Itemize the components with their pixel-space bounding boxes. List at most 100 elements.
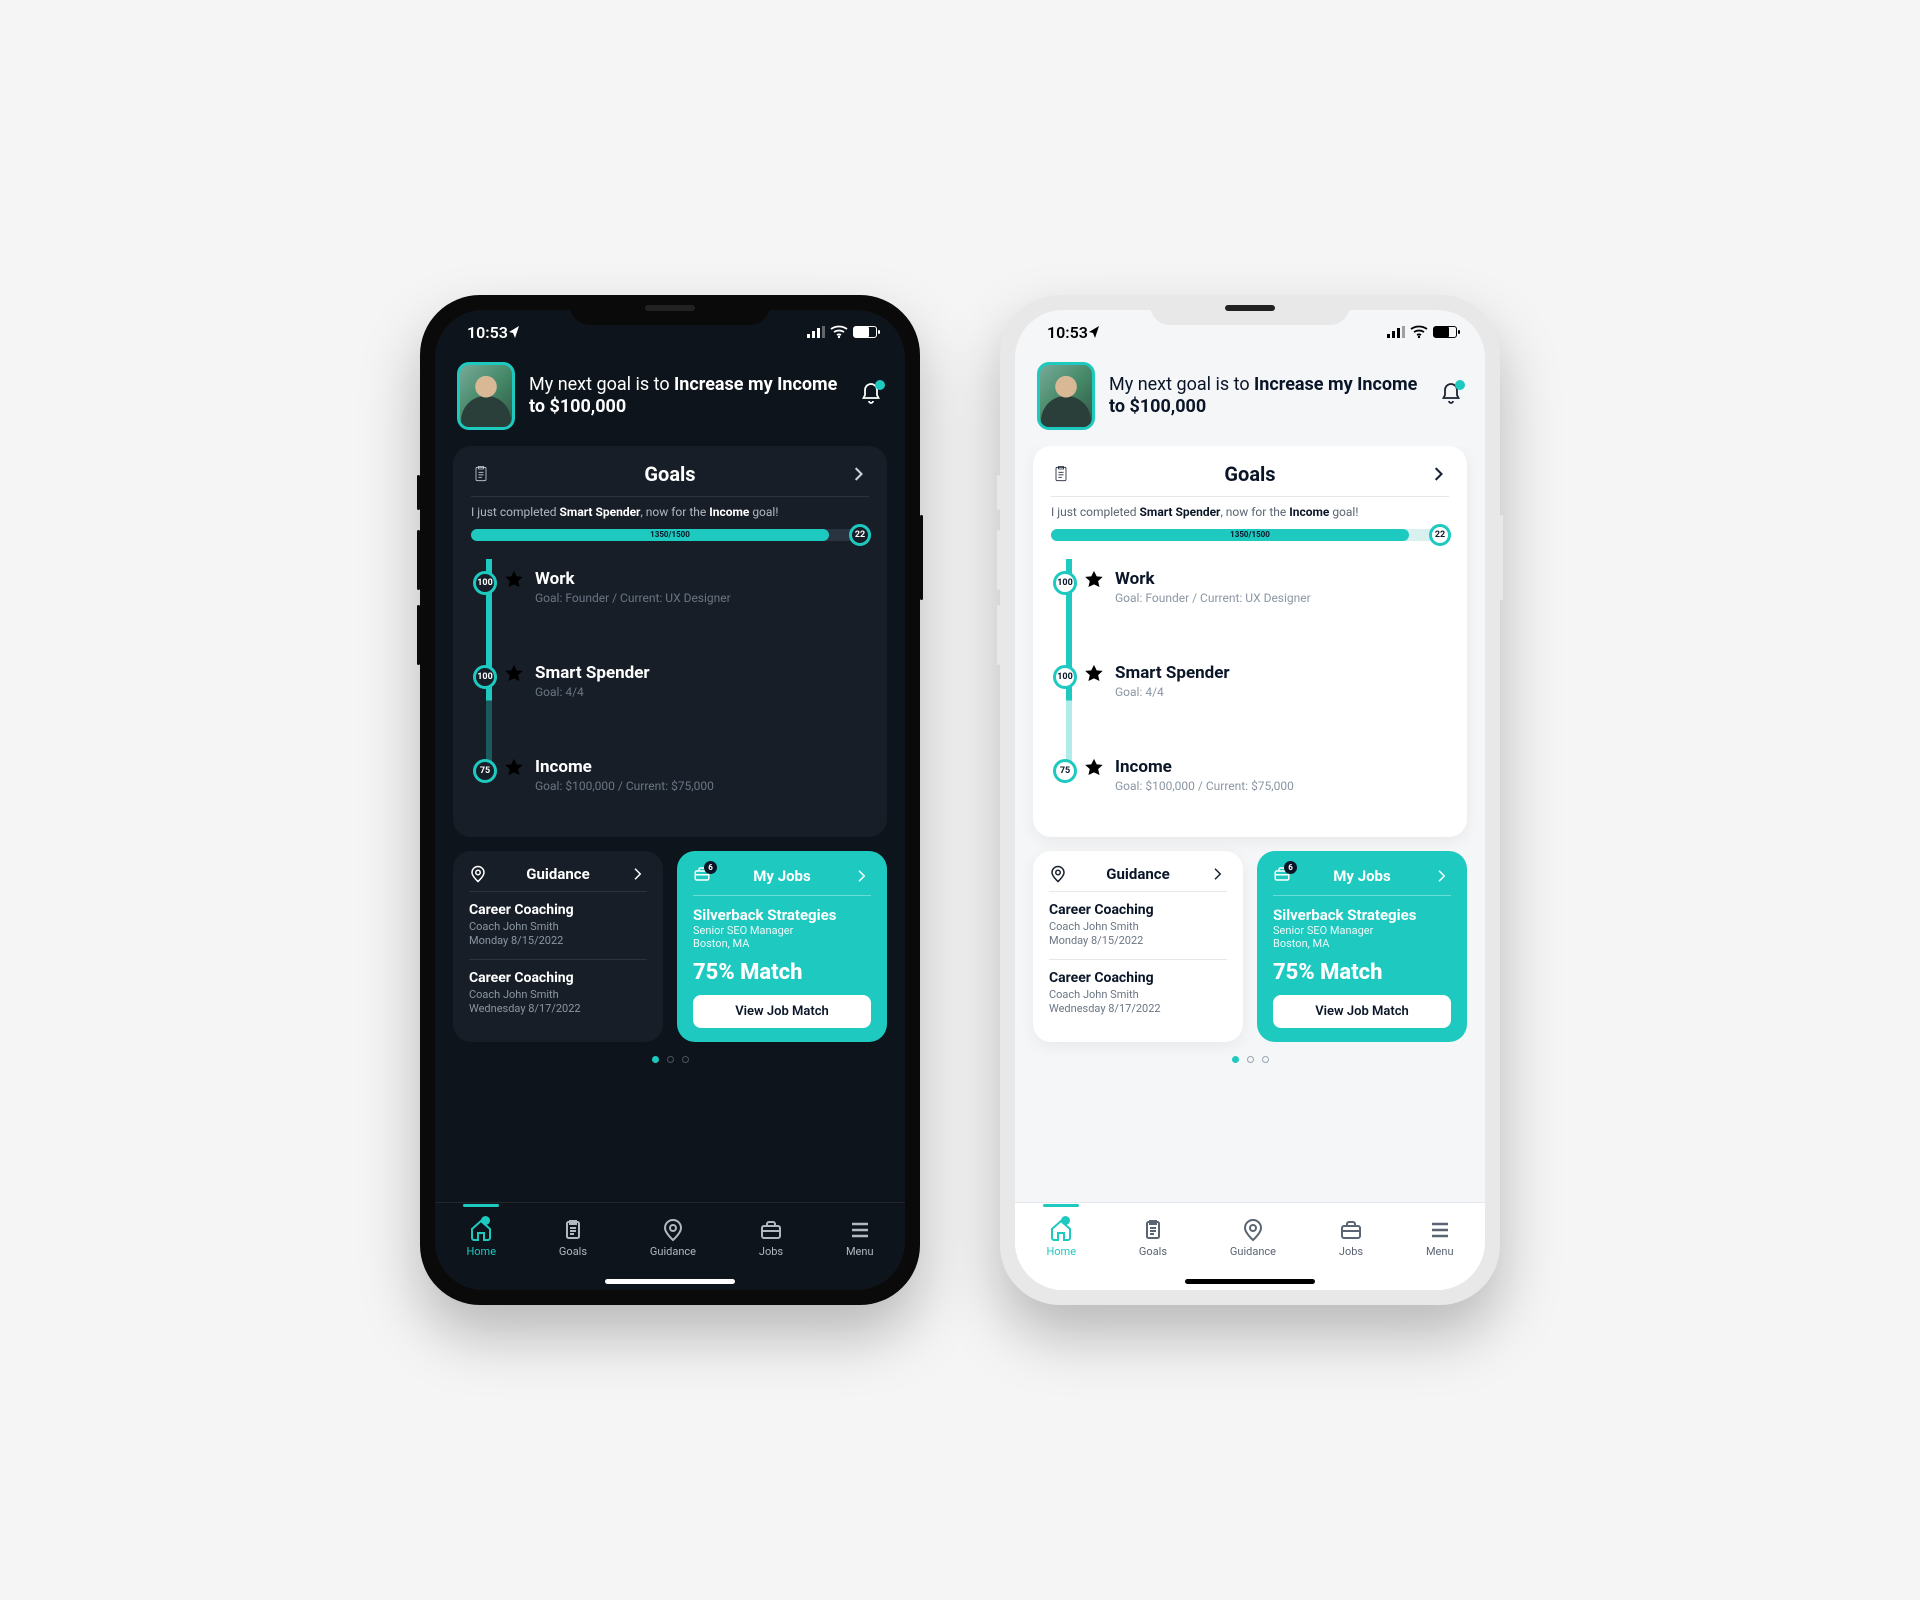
guidance-item[interactable]: Career Coaching Coach John Smith Wednesd… <box>469 959 647 1027</box>
pin-icon <box>661 1218 685 1242</box>
wifi-icon <box>830 325 848 339</box>
avatar[interactable] <box>457 362 515 430</box>
menu-icon <box>848 1218 872 1242</box>
goal-score-badge: 100 <box>1053 665 1077 689</box>
jobs-badge: 6 <box>704 861 717 874</box>
nav-jobs[interactable]: Jobs <box>1339 1218 1363 1258</box>
notifications-button[interactable] <box>859 382 883 410</box>
goals-card[interactable]: Goals I just completed Smart Spender, no… <box>453 446 887 837</box>
nav-guidance[interactable]: Guidance <box>650 1218 696 1258</box>
chevron-right-icon <box>853 867 871 885</box>
avatar[interactable] <box>1037 362 1095 430</box>
bottom-nav: Home Goals Guidance Jobs Menu <box>435 1202 905 1290</box>
location-arrow-icon <box>508 325 520 339</box>
signal-icon <box>1387 325 1405 339</box>
goal-item[interactable]: 100 WorkGoal: Founder / Current: UX Desi… <box>1083 569 1449 659</box>
star-empty-icon <box>1083 757 1105 779</box>
home-indicator <box>1185 1279 1315 1284</box>
goals-progress-bar: 1350/1500 22 <box>471 529 869 541</box>
guidance-item[interactable]: Career Coaching Coach John Smith Monday … <box>469 892 647 959</box>
view-job-match-button[interactable]: View Job Match <box>1273 995 1451 1028</box>
page-dots[interactable] <box>1033 1056 1467 1063</box>
location-arrow-icon <box>1088 325 1100 339</box>
chevron-right-icon <box>1433 867 1451 885</box>
pin-icon <box>469 865 487 883</box>
status-time: 10:53 <box>1047 323 1088 342</box>
briefcase-icon <box>759 1218 783 1242</box>
nav-guidance[interactable]: Guidance <box>1230 1218 1276 1258</box>
header: My next goal is to Increase my Income to… <box>1015 354 1485 446</box>
jobs-card[interactable]: 6 My Jobs Silverback Strategies Senior S… <box>677 851 887 1042</box>
goal-item[interactable]: 100 Smart SpenderGoal: 4/4 <box>503 663 869 753</box>
clipboard-icon <box>471 464 491 484</box>
chevron-right-icon <box>1209 865 1227 883</box>
jobs-card[interactable]: 6 My Jobs Silverback Strategies Senior S… <box>1257 851 1467 1042</box>
job-role: Senior SEO Manager <box>1273 924 1451 937</box>
goal-item[interactable]: 75 IncomeGoal: $100,000 / Current: $75,0… <box>1083 757 1449 817</box>
guidance-item[interactable]: Career Coaching Coach John Smith Monday … <box>1049 892 1227 959</box>
pin-icon <box>1241 1218 1265 1242</box>
page-dots[interactable] <box>453 1056 887 1063</box>
star-filled-icon <box>503 569 525 591</box>
goal-item[interactable]: 100 WorkGoal: Founder / Current: UX Desi… <box>503 569 869 659</box>
goal-headline: My next goal is to Increase my Income to… <box>529 374 845 419</box>
goal-score-badge: 100 <box>473 571 497 595</box>
chevron-right-icon <box>1429 464 1449 484</box>
clipboard-icon <box>561 1218 585 1242</box>
pin-icon <box>1049 865 1067 883</box>
jobs-badge: 6 <box>1284 861 1297 874</box>
notifications-button[interactable] <box>1439 382 1463 410</box>
nav-goals[interactable]: Goals <box>1139 1218 1167 1258</box>
wifi-icon <box>1410 325 1428 339</box>
goals-completed-text: I just completed Smart Spender, now for … <box>471 505 869 519</box>
briefcase-icon: 6 <box>693 865 711 887</box>
job-role: Senior SEO Manager <box>693 924 871 937</box>
chevron-right-icon <box>849 464 869 484</box>
job-location: Boston, MA <box>693 937 871 950</box>
goals-title: Goals <box>501 462 839 486</box>
job-company: Silverback Strategies <box>1273 906 1451 924</box>
goal-item[interactable]: 100 Smart SpenderGoal: 4/4 <box>1083 663 1449 753</box>
goals-completed-text: I just completed Smart Spender, now for … <box>1051 505 1449 519</box>
nav-jobs[interactable]: Jobs <box>759 1218 783 1258</box>
view-job-match-button[interactable]: View Job Match <box>693 995 871 1028</box>
chevron-right-icon <box>629 865 647 883</box>
goal-headline: My next goal is to Increase my Income to… <box>1109 374 1425 419</box>
header: My next goal is to Increase my Income to… <box>435 354 905 446</box>
job-match: 75% Match <box>1273 960 1451 985</box>
clipboard-icon <box>1141 1218 1165 1242</box>
battery-icon <box>1433 326 1457 338</box>
nav-home[interactable]: Home <box>1046 1218 1076 1258</box>
notification-dot <box>875 380 885 390</box>
goal-score-badge: 100 <box>1053 571 1077 595</box>
star-empty-icon <box>503 757 525 779</box>
home-indicator <box>605 1279 735 1284</box>
job-match: 75% Match <box>693 960 871 985</box>
job-company: Silverback Strategies <box>693 906 871 924</box>
star-filled-icon <box>1083 663 1105 685</box>
job-location: Boston, MA <box>1273 937 1451 950</box>
guidance-card[interactable]: Guidance Career Coaching Coach John Smit… <box>453 851 663 1042</box>
nav-dot <box>1061 1216 1070 1225</box>
menu-icon <box>1428 1218 1452 1242</box>
nav-menu[interactable]: Menu <box>846 1218 874 1258</box>
signal-icon <box>807 325 825 339</box>
phone-dark-mockup: 10:53 My next goal is to Increase my Inc… <box>420 295 920 1305</box>
nav-menu[interactable]: Menu <box>1426 1218 1454 1258</box>
phone-light-mockup: 10:53 My next goal is to Increase my Inc… <box>1000 295 1500 1305</box>
goals-progress-bar: 1350/1500 22 <box>1051 529 1449 541</box>
goals-card[interactable]: Goals I just completed Smart Spender, no… <box>1033 446 1467 837</box>
briefcase-icon <box>1339 1218 1363 1242</box>
goals-timeline: 100 WorkGoal: Founder / Current: UX Desi… <box>1051 559 1449 817</box>
guidance-item[interactable]: Career Coaching Coach John Smith Wednesd… <box>1049 959 1227 1027</box>
star-filled-icon <box>503 663 525 685</box>
star-filled-icon <box>1083 569 1105 591</box>
bottom-nav: Home Goals Guidance Jobs Menu <box>1015 1202 1485 1290</box>
nav-home[interactable]: Home <box>466 1218 496 1258</box>
clipboard-icon <box>1051 464 1071 484</box>
guidance-card[interactable]: Guidance Career Coaching Coach John Smit… <box>1033 851 1243 1042</box>
progress-cap-badge: 22 <box>1429 524 1451 546</box>
goal-item[interactable]: 75 IncomeGoal: $100,000 / Current: $75,0… <box>503 757 869 817</box>
nav-dot <box>481 1216 490 1225</box>
nav-goals[interactable]: Goals <box>559 1218 587 1258</box>
